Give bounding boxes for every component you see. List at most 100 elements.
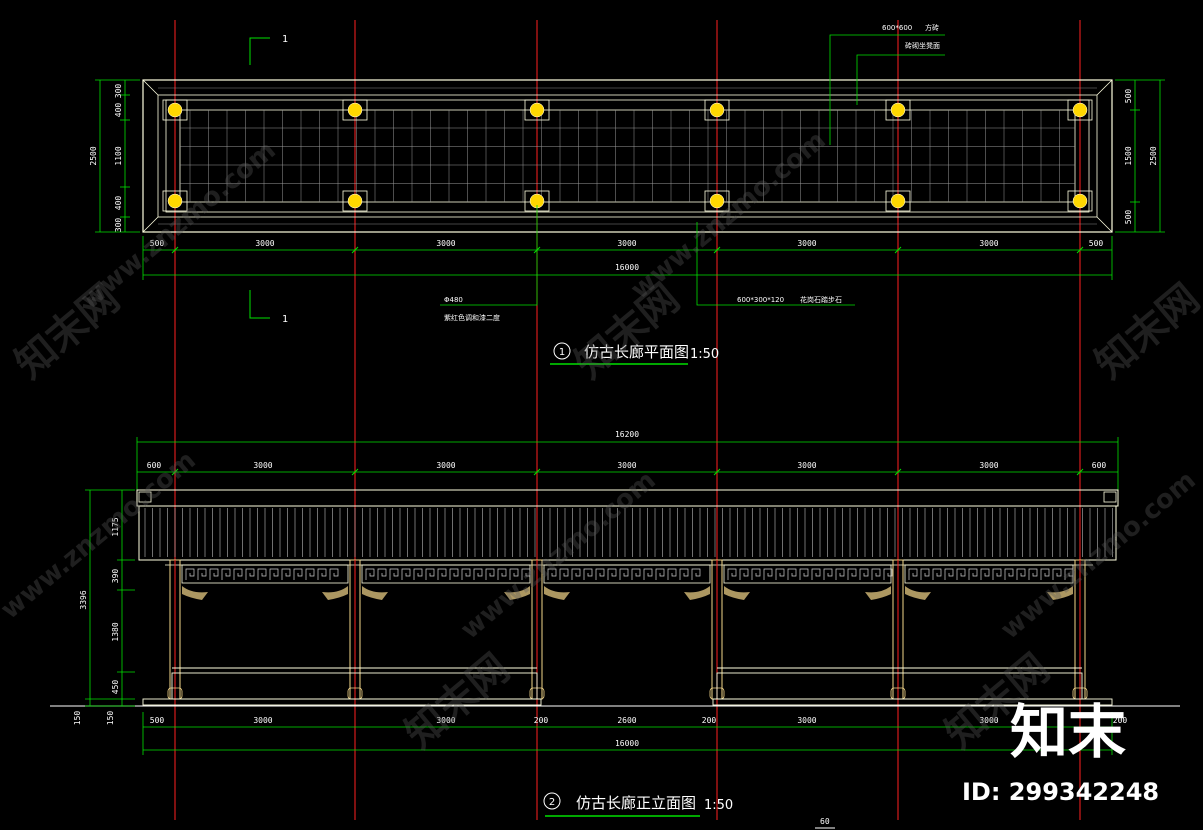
note-tile-size: 600*600 xyxy=(882,24,912,32)
stray-label: 60 xyxy=(820,817,830,826)
watermark-layer: 知末网 www.znzmo.com 知末网 www.znzmo.com 知末网 … xyxy=(0,125,1203,806)
lattice-motif xyxy=(908,568,918,580)
lattice-motif xyxy=(437,568,447,580)
lattice-motif xyxy=(571,568,581,580)
lattice-motif xyxy=(583,568,593,580)
lattice-motif xyxy=(739,568,749,580)
lattice-motif xyxy=(449,568,459,580)
lattice-motif xyxy=(811,568,821,580)
lattice-motif xyxy=(595,568,605,580)
bracket-left xyxy=(362,586,388,600)
plan-column xyxy=(347,193,363,209)
plan-dim-left-5: 300 xyxy=(114,218,123,233)
plan-dim-left-total: 2500 xyxy=(89,146,98,165)
elev-dim-bottom-2: 3000 xyxy=(253,716,272,725)
lattice-motif xyxy=(859,568,869,580)
elev-dim-top-4: 3000 xyxy=(617,461,636,470)
elev-title-index: 2 xyxy=(549,797,555,808)
plan-dim-total: 16000 xyxy=(615,263,639,272)
lattice-motif xyxy=(1016,568,1026,580)
plan-dim-left-2: 400 xyxy=(114,103,123,118)
lattice-motif xyxy=(619,568,629,580)
lattice-motif xyxy=(944,568,954,580)
lattice-motif xyxy=(281,568,291,580)
plan-dim-right-2: 1500 xyxy=(1124,146,1133,165)
lattice-motif xyxy=(655,568,665,580)
plan-column xyxy=(890,102,906,118)
lattice-motif xyxy=(871,568,881,580)
lattice-motif xyxy=(607,568,617,580)
elev-dim-bottom-total: 16000 xyxy=(615,739,639,748)
lattice-motif xyxy=(799,568,809,580)
note-column-dia: Φ480 xyxy=(444,296,463,304)
lattice-motif xyxy=(679,568,689,580)
elev-columns xyxy=(167,559,1088,700)
lattice-motif xyxy=(667,568,677,580)
lattice-motif xyxy=(185,568,195,580)
lattice-motif xyxy=(269,568,279,580)
note-tile-type: 方砖 xyxy=(925,23,939,32)
plan-dim-right-1: 500 xyxy=(1124,89,1133,104)
watermark-cn-2: 知末网 xyxy=(567,275,688,387)
lattice-motif xyxy=(377,568,387,580)
plan-dim-left-4: 400 xyxy=(114,196,123,211)
bracket-left xyxy=(905,586,931,600)
bracket-left xyxy=(544,586,570,600)
lattice-motif xyxy=(209,568,219,580)
watermark-site-5: www.znzmo.com xyxy=(995,465,1201,645)
watermark-site-1: www.znzmo.com xyxy=(75,135,281,315)
axis-lines xyxy=(174,20,1081,820)
lattice-motif xyxy=(1004,568,1014,580)
plan-dim-left-3: 1100 xyxy=(114,146,123,165)
lattice-motif xyxy=(643,568,653,580)
lattice-motif xyxy=(847,568,857,580)
plan-column xyxy=(709,102,725,118)
watermark-site-2: www.znzmo.com xyxy=(625,125,831,305)
lattice-motif xyxy=(197,568,207,580)
lattice-band xyxy=(181,564,349,584)
lattice-motif xyxy=(245,568,255,580)
plan-columns xyxy=(162,99,1093,212)
elev-dim-left-2: 390 xyxy=(111,569,120,584)
lattice-motif xyxy=(956,568,966,580)
section-mark-bottom: 1 xyxy=(282,314,288,325)
watermark-site-4: www.znzmo.com xyxy=(455,465,661,645)
lattice-band xyxy=(543,564,711,584)
elev-scale: 1:50 xyxy=(704,798,733,813)
plan-column xyxy=(1072,102,1088,118)
watermark-cn-3: 知末网 xyxy=(1087,275,1203,387)
elev-dim-bottom-1: 500 xyxy=(150,716,165,725)
bracket-right xyxy=(684,586,710,600)
plan-dim-right-total: 2500 xyxy=(1149,146,1158,165)
watermark-cn-4: 知末网 xyxy=(397,645,518,757)
plan-column xyxy=(1072,193,1088,209)
lattice-band xyxy=(723,564,892,584)
lattice-motif xyxy=(317,568,327,580)
lattice-motif xyxy=(425,568,435,580)
lattice-motif xyxy=(497,568,507,580)
lattice-motif xyxy=(293,568,303,580)
elev-dim-left-total: 3396 xyxy=(79,590,88,609)
elev-dim-top-total: 16200 xyxy=(615,430,639,439)
plan-dim-bottom-2: 3000 xyxy=(255,239,274,248)
plan-column xyxy=(890,193,906,209)
lattice-motif xyxy=(835,568,845,580)
lattice-motif xyxy=(365,568,375,580)
elev-dim-bottom-6: 200 xyxy=(702,716,717,725)
plan-dim-bottom-3: 3000 xyxy=(436,239,455,248)
watermark-site-3: www.znzmo.com xyxy=(0,445,202,625)
cad-drawing: 300 400 1100 400 300 2500 500 1500 500 2… xyxy=(0,20,1203,829)
elev-dim-ground-1: 150 xyxy=(73,711,82,726)
lattice-motif xyxy=(473,568,483,580)
lattice-motif xyxy=(1028,568,1038,580)
lattice-motif xyxy=(751,568,761,580)
floor-tile-grid xyxy=(180,110,1075,202)
lattice-motif xyxy=(631,568,641,580)
lattice-bands xyxy=(181,564,1074,600)
elev-dim-top-3: 3000 xyxy=(436,461,455,470)
section-mark-top: 1 xyxy=(282,34,288,45)
bracket-left xyxy=(182,586,208,600)
lattice-motif xyxy=(775,568,785,580)
lattice-motif xyxy=(389,568,399,580)
lattice-motif xyxy=(305,568,315,580)
